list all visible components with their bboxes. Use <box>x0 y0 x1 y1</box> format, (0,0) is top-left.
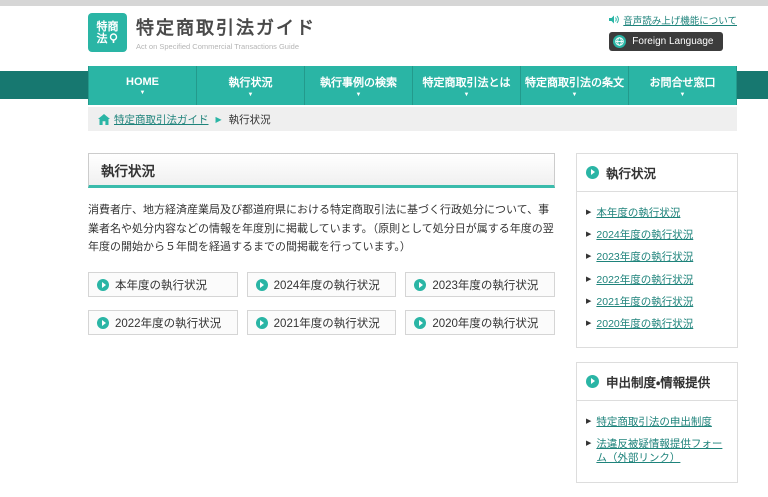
main-content: 執行状況 消費者庁、地方経済産業局及び都道府県における特定商取引法に基づく行政処… <box>88 153 555 497</box>
site-logo[interactable]: 特商 法 特定商取引法ガイド Act on Specified Commerci… <box>88 13 316 52</box>
play-circle-icon <box>97 278 109 291</box>
sidebar-link-2023[interactable]: 2023年度の執行状況 <box>596 250 693 264</box>
list-item: ▶ 2022年度の執行状況 <box>586 273 728 287</box>
chevron-down-icon: ▼ <box>463 91 470 98</box>
breadcrumb-home-link[interactable]: 特定商取引法ガイド <box>98 112 209 127</box>
list-item: ▶ 2021年度の執行状況 <box>586 295 728 309</box>
sidebar-link-2022[interactable]: 2022年度の執行状況 <box>596 273 693 287</box>
nav-item-case-search[interactable]: 執行事例の検索 ▼ <box>305 66 413 105</box>
play-circle-icon <box>586 375 599 389</box>
list-item: ▶ 法違反被疑情報提供フォーム（外部リンク） <box>586 437 728 465</box>
sidebar-link-report-system[interactable]: 特定商取引法の申出制度 <box>596 415 712 429</box>
globe-icon <box>613 34 627 48</box>
triangle-bullet-icon: ▶ <box>586 275 592 283</box>
chevron-down-icon: ▼ <box>679 91 686 98</box>
sidebar-link-2020[interactable]: 2020年度の執行状況 <box>596 317 693 331</box>
nav-item-home[interactable]: HOME ▼ <box>88 66 197 105</box>
sidebar-link-violation-form[interactable]: 法違反被疑情報提供フォーム（外部リンク） <box>596 437 728 465</box>
breadcrumb-separator-icon: ▶ <box>215 114 222 124</box>
chevron-down-icon: ▼ <box>247 91 254 98</box>
play-circle-icon <box>255 278 268 291</box>
logo-badge-row2: 法 <box>96 32 108 45</box>
triangle-bullet-icon: ▶ <box>586 418 592 426</box>
sidebar: 執行状況 ▶ 本年度の執行状況 ▶ 2024年度の執行状況 ▶ 2023年度の執… <box>576 153 738 497</box>
button-current-year-status[interactable]: 本年度の執行状況 <box>88 272 238 298</box>
button-2020-status[interactable]: 2020年度の執行状況 <box>405 310 555 336</box>
main-nav: HOME ▼ 執行状況 ▼ 執行事例の検索 ▼ 特定商取引法とは ▼ 特定商取引… <box>0 66 768 105</box>
breadcrumb-current: 執行状況 <box>228 113 271 126</box>
list-item: ▶ 特定商取引法の申出制度 <box>586 415 728 429</box>
triangle-bullet-icon: ▶ <box>586 253 592 261</box>
nav-item-act-text[interactable]: 特定商取引法の条文 ▼ <box>521 66 629 105</box>
triangle-bullet-icon: ▶ <box>586 440 592 448</box>
chevron-down-icon: ▼ <box>139 89 146 96</box>
page-title: 執行状況 <box>88 153 555 188</box>
nav-item-enforcement-status[interactable]: 執行状況 ▼ <box>197 66 305 105</box>
button-2022-status[interactable]: 2022年度の執行状況 <box>88 310 238 336</box>
speaker-icon <box>609 15 620 24</box>
chevron-down-icon: ▼ <box>355 91 362 98</box>
play-circle-icon <box>414 316 427 329</box>
nav-item-contact[interactable]: お問合せ窓口 ▼ <box>629 66 737 105</box>
play-circle-icon <box>586 166 599 179</box>
home-icon <box>98 113 110 125</box>
site-subtitle: Act on Specified Commercial Transactions… <box>136 42 299 51</box>
logo-badge-row1: 特商 <box>96 20 119 33</box>
site-header: 特商 法 特定商取引法ガイド Act on Specified Commerci… <box>0 6 768 66</box>
foreign-language-button[interactable]: Foreign Language <box>609 31 724 51</box>
logo-badge: 特商 法 <box>88 13 127 52</box>
sidebar-link-2021[interactable]: 2021年度の執行状況 <box>596 295 693 309</box>
triangle-bullet-icon: ▶ <box>586 297 592 305</box>
list-item: ▶ 2020年度の執行状況 <box>586 317 728 331</box>
sidebar-box-title: 申出制度・情報提供 <box>577 363 737 402</box>
breadcrumb: 特定商取引法ガイド ▶ 執行状況 <box>88 107 737 131</box>
sidebar-link-2024[interactable]: 2024年度の執行状況 <box>596 228 693 242</box>
list-item: ▶ 本年度の執行状況 <box>586 206 728 220</box>
list-item: ▶ 2023年度の執行状況 <box>586 250 728 264</box>
triangle-bullet-icon: ▶ <box>586 209 592 216</box>
list-item: ▶ 2024年度の執行状況 <box>586 228 728 242</box>
triangle-bullet-icon: ▶ <box>586 231 592 239</box>
button-2024-status[interactable]: 2024年度の執行状況 <box>246 272 397 298</box>
tts-link[interactable]: 音声読み上げ機能について <box>609 13 737 27</box>
nav-item-about-act[interactable]: 特定商取引法とは ▼ <box>413 66 521 105</box>
intro-text: 消費者庁、地方経済産業局及び都道府県における特定商取引法に基づく行政処分について… <box>88 204 554 254</box>
sidebar-box-title: 執行状況 <box>577 154 737 192</box>
chevron-down-icon: ▼ <box>571 91 578 98</box>
sidebar-box-report-system: 申出制度・情報提供 ▶ 特定商取引法の申出制度 ▶ 法違反被疑情報提供フォーム（… <box>576 362 738 483</box>
year-button-grid: 本年度の執行状況 2024年度の執行状況 2023年度の執行状況 2022年度の… <box>88 272 555 336</box>
magnifier-icon <box>109 33 119 44</box>
play-circle-icon <box>414 278 427 291</box>
sidebar-box-enforcement-status: 執行状況 ▶ 本年度の執行状況 ▶ 2024年度の執行状況 ▶ 2023年度の執… <box>576 153 738 349</box>
play-circle-icon <box>255 316 268 329</box>
sidebar-link-current-year[interactable]: 本年度の執行状況 <box>596 206 680 220</box>
site-title: 特定商取引法ガイド <box>136 18 316 38</box>
play-circle-icon <box>97 316 109 329</box>
button-2021-status[interactable]: 2021年度の執行状況 <box>246 310 397 336</box>
triangle-bullet-icon: ▶ <box>586 319 592 327</box>
button-2023-status[interactable]: 2023年度の執行状況 <box>405 272 555 298</box>
